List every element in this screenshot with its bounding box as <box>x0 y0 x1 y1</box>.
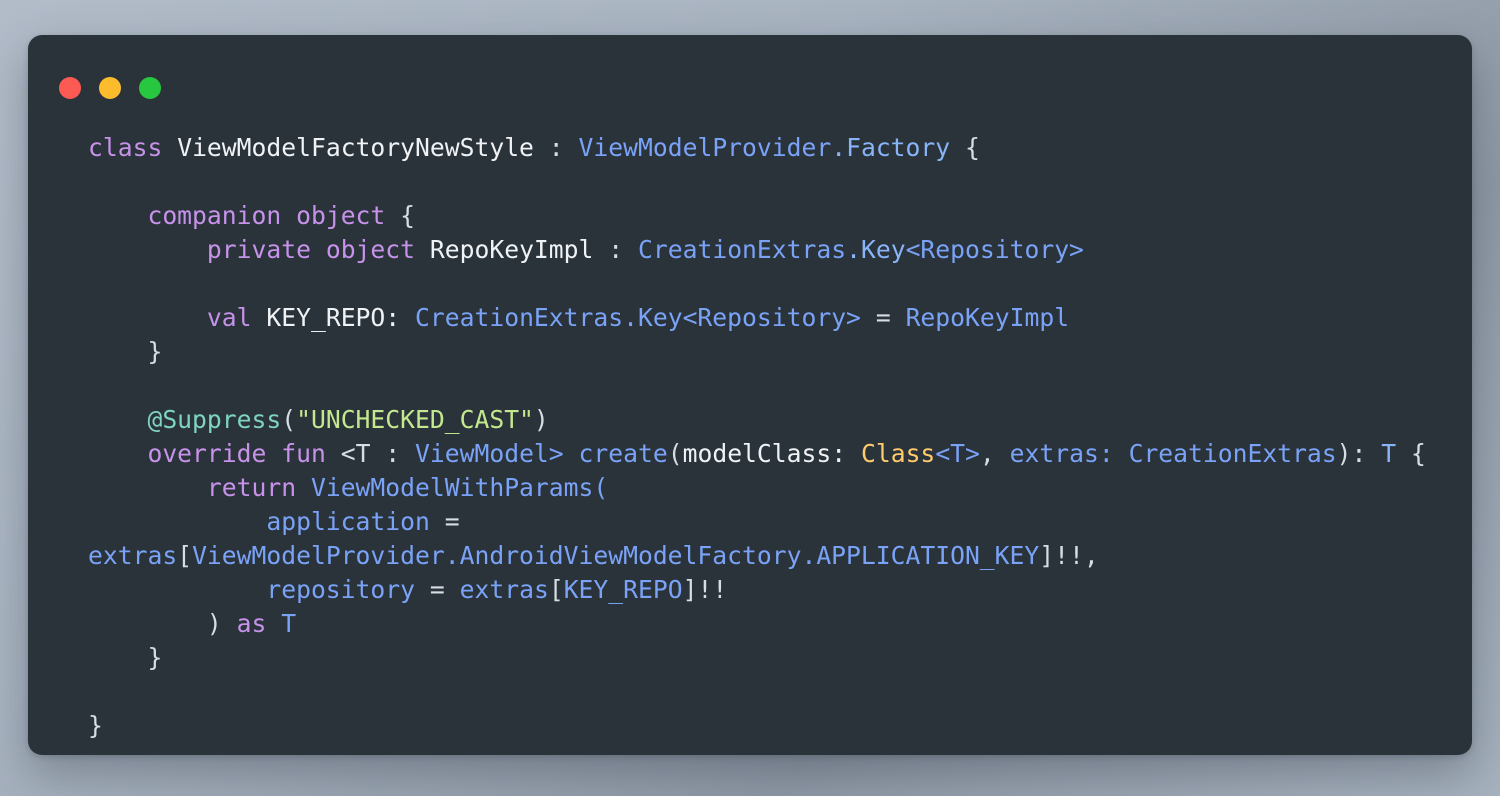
token-open-brace: { <box>965 133 980 162</box>
token-open-brace: { <box>400 201 416 230</box>
token-keyword-object: object <box>296 201 386 230</box>
token-class-name: ViewModelFactoryNewStyle <box>177 133 534 162</box>
token-keyword-val: val <box>206 303 252 332</box>
code-line-6: val KEY_REPO: CreationExtras.Key<Reposit… <box>88 301 1472 335</box>
token-open-paren: ( <box>281 405 297 434</box>
code-line-8-blank <box>88 369 1472 403</box>
token-supertype: ViewModelProvider <box>578 133 832 162</box>
token-type-class: Class <box>860 439 936 468</box>
code-line-1: class ViewModelFactoryNewStyle : ViewMod… <box>88 131 1472 165</box>
code-line-7: } <box>88 335 1472 369</box>
code-window: class ViewModelFactoryNewStyle : ViewMod… <box>28 35 1472 755</box>
traffic-light-controls <box>59 77 161 99</box>
code-line-17-blank <box>88 675 1472 709</box>
token-keyword-private: private <box>206 235 311 264</box>
code-line-15: ) as T <box>88 607 1472 641</box>
token-assign: = <box>444 507 460 536</box>
token-comma: , <box>1083 541 1099 570</box>
token-close-paren: ) <box>533 405 549 434</box>
window-shadow-wrapper: class ViewModelFactoryNewStyle : ViewMod… <box>28 35 1472 755</box>
token-bracket-open: [ <box>177 541 193 570</box>
token-open-paren: ( <box>667 439 683 468</box>
token-close-brace: } <box>147 337 163 366</box>
token-property-type: CreationExtras.Key<Repository> <box>415 303 861 332</box>
token-key-repo: KEY_REPO <box>563 575 683 604</box>
code-line-5-blank <box>88 267 1472 301</box>
token-keyword-object: object <box>325 235 416 264</box>
token-generic-open: <T : <box>340 439 401 468</box>
token-string-unchecked-cast: "UNCHECKED_CAST" <box>296 405 534 434</box>
token-property-value: RepoKeyImpl <box>905 303 1070 332</box>
token-type-creationextras: CreationExtras <box>638 235 847 264</box>
code-line-2-blank <box>88 165 1472 199</box>
minimize-button-icon[interactable] <box>99 77 121 99</box>
token-param-modelclass: modelClass: <box>682 439 847 468</box>
code-line-12: application = <box>88 505 1472 539</box>
close-button-icon[interactable] <box>59 77 81 99</box>
token-extras-object: extras <box>459 575 549 604</box>
token-arg-application: application <box>266 507 430 536</box>
maximize-button-icon[interactable] <box>139 77 161 99</box>
code-line-18: } <box>88 709 1472 743</box>
token-generic-bound: ViewModel> <box>415 439 564 468</box>
token-close-paren: ) <box>206 609 222 638</box>
token-generic-repository: <Repository> <box>905 235 1084 264</box>
token-cast-type: T <box>281 609 297 638</box>
token-extras-object: extras <box>88 541 178 570</box>
token-keyword-class: class <box>88 133 163 162</box>
token-arg-repository: repository <box>266 575 415 604</box>
token-colon: : <box>548 133 564 162</box>
code-line-4: private object RepoKeyImpl : CreationExt… <box>88 233 1472 267</box>
token-not-null-assert: !! <box>1054 541 1084 570</box>
token-keyword-fun: fun <box>281 439 326 468</box>
token-property-name: KEY_REPO: <box>266 303 401 332</box>
token-keyword-as: as <box>236 609 267 638</box>
token-assign: = <box>429 575 445 604</box>
code-line-3: companion object { <box>88 199 1472 233</box>
token-supertype-member: .Factory <box>831 133 951 162</box>
code-line-16: } <box>88 641 1472 675</box>
token-annotation-suppress: @Suppress <box>147 405 282 434</box>
token-param-extras: extras: <box>1009 439 1114 468</box>
token-close-brace: } <box>88 711 103 740</box>
token-colon: : <box>608 235 624 264</box>
code-block[interactable]: class ViewModelFactoryNewStyle : ViewMod… <box>28 131 1472 743</box>
token-bracket-open: [ <box>548 575 564 604</box>
token-close-paren-colon: ): <box>1336 439 1367 468</box>
code-line-10: override fun <T : ViewModel> create(mode… <box>88 437 1472 471</box>
token-bracket-close: ] <box>1039 541 1055 570</box>
token-application-key: ViewModelProvider.AndroidViewModelFactor… <box>192 541 1040 570</box>
token-open-brace: { <box>1411 439 1426 468</box>
token-keyword-override: override <box>147 439 267 468</box>
code-line-14: repository = extras[KEY_REPO]!! <box>88 573 1472 607</box>
token-type-creationextras: CreationExtras <box>1128 439 1337 468</box>
token-return-type: T <box>1381 439 1397 468</box>
token-member-key: .Key <box>846 235 906 264</box>
token-bracket-close: ] <box>682 575 698 604</box>
token-not-null-assert: !! <box>697 575 728 604</box>
code-content-area[interactable]: class ViewModelFactoryNewStyle : ViewMod… <box>28 131 1472 755</box>
window-titlebar[interactable] <box>28 35 1472 131</box>
code-line-9: @Suppress("UNCHECKED_CAST") <box>88 403 1472 437</box>
token-comma: , <box>979 439 995 468</box>
token-assign: = <box>875 303 891 332</box>
code-line-11: return ViewModelWithParams( <box>88 471 1472 505</box>
token-object-name: RepoKeyImpl <box>429 235 594 264</box>
token-close-brace: } <box>147 643 163 672</box>
token-function-name: create <box>578 439 668 468</box>
token-keyword-companion: companion <box>147 201 282 230</box>
token-constructor-call: ViewModelWithParams( <box>310 473 609 502</box>
code-line-13: extras[ViewModelProvider.AndroidViewMode… <box>88 539 1472 573</box>
token-keyword-return: return <box>206 473 297 502</box>
token-generic-t: <T> <box>935 439 980 468</box>
